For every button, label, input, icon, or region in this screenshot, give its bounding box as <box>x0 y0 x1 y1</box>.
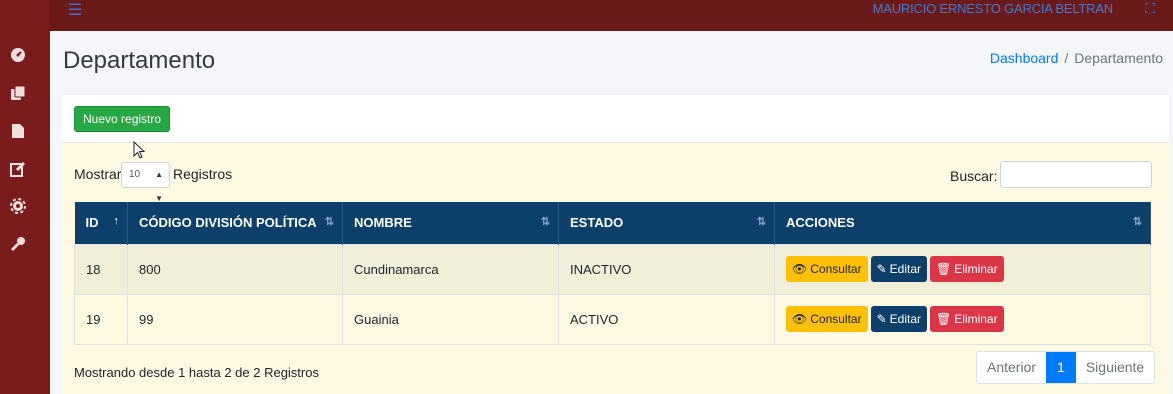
card-header: Nuevo registro <box>62 95 1169 143</box>
copy-icon[interactable] <box>9 84 27 102</box>
show-label: Mostrar <box>74 166 122 182</box>
dashboard-icon[interactable] <box>9 46 27 64</box>
search-label: Buscar: <box>950 168 998 184</box>
column-header-id[interactable]: ID ↑ <box>74 202 128 244</box>
cell-id: 18 <box>74 243 128 295</box>
departments-table: ID ↑ CÓDIGO DIVISIÓN POLÍTICA ⇅ NOMBRE ⇅ ES… <box>74 202 1151 345</box>
cell-code: 99 <box>127 293 343 345</box>
cell-code: 800 <box>127 243 343 295</box>
breadcrumb-current: Departamento <box>1074 50 1163 66</box>
edit-button[interactable]: ✎ Editar <box>870 306 928 332</box>
column-header-actions[interactable]: ACCIONES ⇅ <box>774 202 1151 244</box>
view-button[interactable]: 👁 Consultar <box>786 256 868 282</box>
new-record-button[interactable]: Nuevo registro <box>74 106 171 132</box>
cell-status: ACTIVO <box>558 293 775 345</box>
table-row: 18 800 Cundinamarca INACTIVO 👁 Consultar … <box>74 243 1151 295</box>
search-input[interactable] <box>1000 161 1152 188</box>
trash-icon: 🗑 <box>936 262 952 276</box>
eye-icon: 👁 <box>792 262 808 276</box>
cell-actions: 👁 Consultar ✎ Editar 🗑 Eliminar <box>774 243 1151 295</box>
sidebar <box>0 0 50 394</box>
next-page-button[interactable]: Siguiente <box>1076 352 1154 383</box>
cell-name: Guainia <box>342 293 559 345</box>
page-size-value: 10 <box>129 169 141 180</box>
page-title: Departamento <box>63 47 216 74</box>
cell-actions: 👁 Consultar ✎ Editar 🗑 Eliminar <box>774 293 1151 345</box>
hamburger-icon[interactable]: ☰ <box>68 3 82 19</box>
edit-icon[interactable] <box>9 160 27 178</box>
breadcrumb: Dashboard / Departamento <box>990 50 1163 66</box>
edit-icon: ✎ <box>876 262 887 276</box>
cell-id: 19 <box>74 293 128 345</box>
column-header-code[interactable]: CÓDIGO DIVISIÓN POLÍTICA ⇅ <box>127 202 343 244</box>
key-icon[interactable] <box>9 235 27 253</box>
cell-status: INACTIVO <box>558 243 775 295</box>
view-button[interactable]: 👁 Consultar <box>786 306 868 332</box>
delete-button[interactable]: 🗑 Eliminar <box>930 256 1004 282</box>
mouse-cursor-icon <box>133 141 145 159</box>
prev-page-button[interactable]: Anterior <box>977 352 1046 383</box>
records-label: Registros <box>173 166 233 182</box>
expand-icon[interactable]: ⛶ <box>1145 0 1155 17</box>
breadcrumb-dashboard-link[interactable]: Dashboard <box>990 50 1059 66</box>
topbar: ☰ MAURICIO ERNESTO GARCIA BELTRAN ⛶ <box>50 0 1173 31</box>
user-name[interactable]: MAURICIO ERNESTO GARCIA BELTRAN <box>873 1 1114 16</box>
trash-icon: 🗑 <box>936 312 952 326</box>
cell-name: Cundinamarca <box>342 243 559 295</box>
sort-icon: ⇅ <box>540 216 550 228</box>
sort-icon: ⇅ <box>1132 216 1142 228</box>
eye-icon: 👁 <box>792 312 808 326</box>
sort-asc-icon: ↑ <box>113 215 120 227</box>
gear-icon[interactable] <box>9 197 27 215</box>
column-header-name[interactable]: NOMBRE ⇅ <box>342 202 559 244</box>
card-body: Mostrar 10 ▲ ▼ Registros Buscar: ID ↑ CÓDI… <box>62 143 1169 394</box>
page-1-button[interactable]: 1 <box>1046 352 1076 383</box>
page-size-select[interactable]: 10 ▲ ▼ <box>121 162 170 203</box>
delete-button[interactable]: 🗑 Eliminar <box>930 306 1004 332</box>
edit-icon: ✎ <box>876 312 887 326</box>
table-header-row: ID ↑ CÓDIGO DIVISIÓN POLÍTICA ⇅ NOMBRE ⇅ ES… <box>74 202 1151 244</box>
breadcrumb-separator: / <box>1064 50 1069 66</box>
table-info: Mostrando desde 1 hasta 2 de 2 Registros <box>74 365 319 380</box>
table-row: 19 99 Guainia ACTIVO 👁 Consultar ✎ Editar … <box>74 293 1151 345</box>
pagination: Anterior 1 Siguiente <box>976 351 1156 384</box>
column-header-status[interactable]: ESTADO ⇅ <box>558 202 775 244</box>
content-header: Departamento Dashboard / Departamento <box>50 31 1173 95</box>
file-icon[interactable] <box>9 122 27 140</box>
edit-button[interactable]: ✎ Editar <box>870 256 928 282</box>
sort-icon: ⇅ <box>324 216 334 228</box>
sort-icon: ⇅ <box>756 216 766 228</box>
